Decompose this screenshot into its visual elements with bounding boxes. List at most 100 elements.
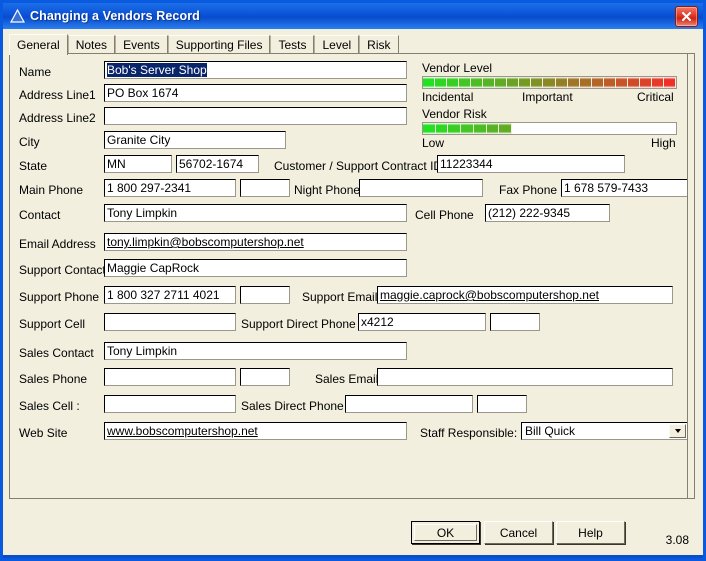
- gauge-segment: [603, 77, 616, 88]
- fax-phone-input[interactable]: 1 678 579-7433: [561, 179, 688, 197]
- night-phone-input[interactable]: [359, 179, 483, 197]
- gauge-segment: [615, 77, 628, 88]
- gauge-segment: [543, 77, 556, 88]
- sales-direct-phone-input[interactable]: [345, 395, 473, 413]
- sales-email-label: Sales Email: [315, 372, 379, 386]
- tab-level[interactable]: Level: [314, 35, 360, 54]
- gauge-segment: [570, 123, 583, 134]
- gauge-segment: [473, 123, 487, 134]
- version-label: 3.08: [665, 533, 689, 547]
- email-address-label: Email Address: [19, 237, 96, 251]
- support-cell-input[interactable]: [104, 313, 236, 331]
- state-input[interactable]: MN: [104, 155, 172, 173]
- sales-email-input[interactable]: [377, 368, 673, 386]
- city-label: City: [19, 135, 40, 149]
- ok-button-inner: OK: [414, 524, 477, 541]
- gauge-segment: [435, 77, 448, 88]
- state-label: State: [19, 159, 48, 173]
- title-bar: Changing a Vendors Record: [3, 3, 703, 29]
- gauge-segment: [512, 123, 524, 134]
- sales-phone-ext-input[interactable]: [240, 368, 290, 386]
- contract-id-label: Customer / Support Contract ID :: [274, 159, 449, 173]
- gauge-segment: [582, 123, 595, 134]
- help-button[interactable]: Help: [556, 521, 625, 544]
- contract-id-input[interactable]: 11223344: [437, 155, 625, 173]
- address-line2-input[interactable]: [104, 107, 407, 125]
- address-line1-label: Address Line1: [19, 88, 96, 102]
- web-site-input[interactable]: www.bobscomputershop.net: [104, 422, 407, 440]
- vendor-level-min-label: Incidental: [422, 90, 474, 104]
- support-contact-label: Support Contact: [19, 263, 106, 277]
- ok-button-label: OK: [436, 525, 455, 540]
- cell-phone-input[interactable]: (212) 222-9345: [485, 204, 610, 222]
- vendor-level-mid-label: Important: [522, 90, 573, 104]
- gauge-segment: [471, 77, 484, 88]
- tab-label: Notes: [75, 38, 108, 52]
- staff-responsible-select[interactable]: Bill Quick: [521, 422, 688, 440]
- triangle-icon: [9, 8, 25, 24]
- gauge-segment: [423, 77, 436, 88]
- support-email-label: Support Email: [302, 290, 378, 304]
- support-direct-phone-input[interactable]: x4212: [358, 313, 486, 331]
- staff-responsible-label: Staff Responsible:: [420, 426, 518, 440]
- name-input[interactable]: Bob's Server Shop: [104, 61, 407, 79]
- main-phone-input[interactable]: 1 800 297-2341: [104, 179, 236, 197]
- tab-general[interactable]: General: [9, 34, 68, 55]
- address-line1-input[interactable]: PO Box 1674: [104, 84, 407, 102]
- gauge-segment: [567, 77, 580, 88]
- tab-label: Level: [322, 38, 352, 52]
- support-phone-ext-input[interactable]: [240, 286, 290, 304]
- gauge-segment: [629, 123, 641, 134]
- name-input-value: Bob's Server Shop: [107, 63, 207, 77]
- vendor-level-max-label: Critical: [637, 90, 674, 104]
- client-area: General Notes Events Supporting Files Te…: [3, 29, 703, 555]
- tab-tests[interactable]: Tests: [270, 35, 315, 54]
- gauge-segment: [423, 123, 436, 134]
- gauge-segment: [486, 123, 500, 134]
- night-phone-label: Night Phone: [294, 183, 361, 197]
- gauge-segment: [555, 77, 568, 88]
- tab-risk[interactable]: Risk: [359, 35, 399, 54]
- tab-notes[interactable]: Notes: [67, 35, 116, 54]
- tab-strip: General Notes Events Supporting Files Te…: [9, 34, 695, 55]
- ok-button[interactable]: OK: [411, 521, 480, 544]
- close-icon[interactable]: [675, 5, 698, 27]
- city-input[interactable]: Granite City: [104, 131, 286, 149]
- zip-input[interactable]: 56702-1674: [176, 155, 259, 173]
- support-cell-label: Support Cell: [19, 317, 86, 331]
- support-email-input[interactable]: maggie.caprock@bobscomputershop.net: [377, 286, 673, 304]
- window-title: Changing a Vendors Record: [30, 9, 200, 23]
- sales-phone-input[interactable]: [104, 368, 236, 386]
- chevron-down-icon[interactable]: [669, 424, 686, 438]
- cancel-button[interactable]: Cancel: [484, 521, 553, 544]
- gauge-segment: [499, 123, 513, 134]
- sales-contact-input[interactable]: Tony Limpkin: [104, 342, 407, 360]
- gauge-segment: [447, 77, 460, 88]
- email-address-input[interactable]: tony.limpkin@bobscomputershop.net: [104, 233, 407, 251]
- tab-events[interactable]: Events: [115, 35, 168, 54]
- gauge-segment: [663, 77, 676, 88]
- support-phone-input[interactable]: 1 800 327 2711 4021: [104, 286, 236, 304]
- contact-input[interactable]: Tony Limpkin: [104, 204, 407, 222]
- main-phone-ext-input[interactable]: [240, 179, 290, 197]
- address-line2-label: Address Line2: [19, 111, 96, 125]
- support-contact-input[interactable]: Maggie CapRock: [104, 259, 407, 277]
- support-phone-label: Support Phone: [19, 290, 100, 304]
- vendor-level-title: Vendor Level: [422, 61, 493, 75]
- gauge-segment: [558, 123, 571, 134]
- support-direct-ext-input[interactable]: [490, 313, 540, 331]
- gauge-segment: [507, 77, 520, 88]
- fax-phone-label: Fax Phone: [499, 183, 558, 197]
- main-phone-label: Main Phone: [19, 183, 84, 197]
- vendor-record-window: Changing a Vendors Record General Notes …: [0, 0, 706, 561]
- tab-supporting-files[interactable]: Supporting Files: [167, 35, 271, 54]
- staff-responsible-value: Bill Quick: [525, 424, 576, 438]
- sales-cell-input[interactable]: [104, 395, 236, 413]
- gauge-segment: [519, 77, 532, 88]
- gauge-segment: [640, 123, 653, 134]
- sales-direct-ext-input[interactable]: [477, 395, 527, 413]
- gauge-segment: [461, 123, 474, 134]
- vendor-level-gauge[interactable]: [422, 76, 677, 89]
- name-label: Name: [19, 65, 52, 79]
- vendor-risk-gauge[interactable]: [422, 122, 677, 135]
